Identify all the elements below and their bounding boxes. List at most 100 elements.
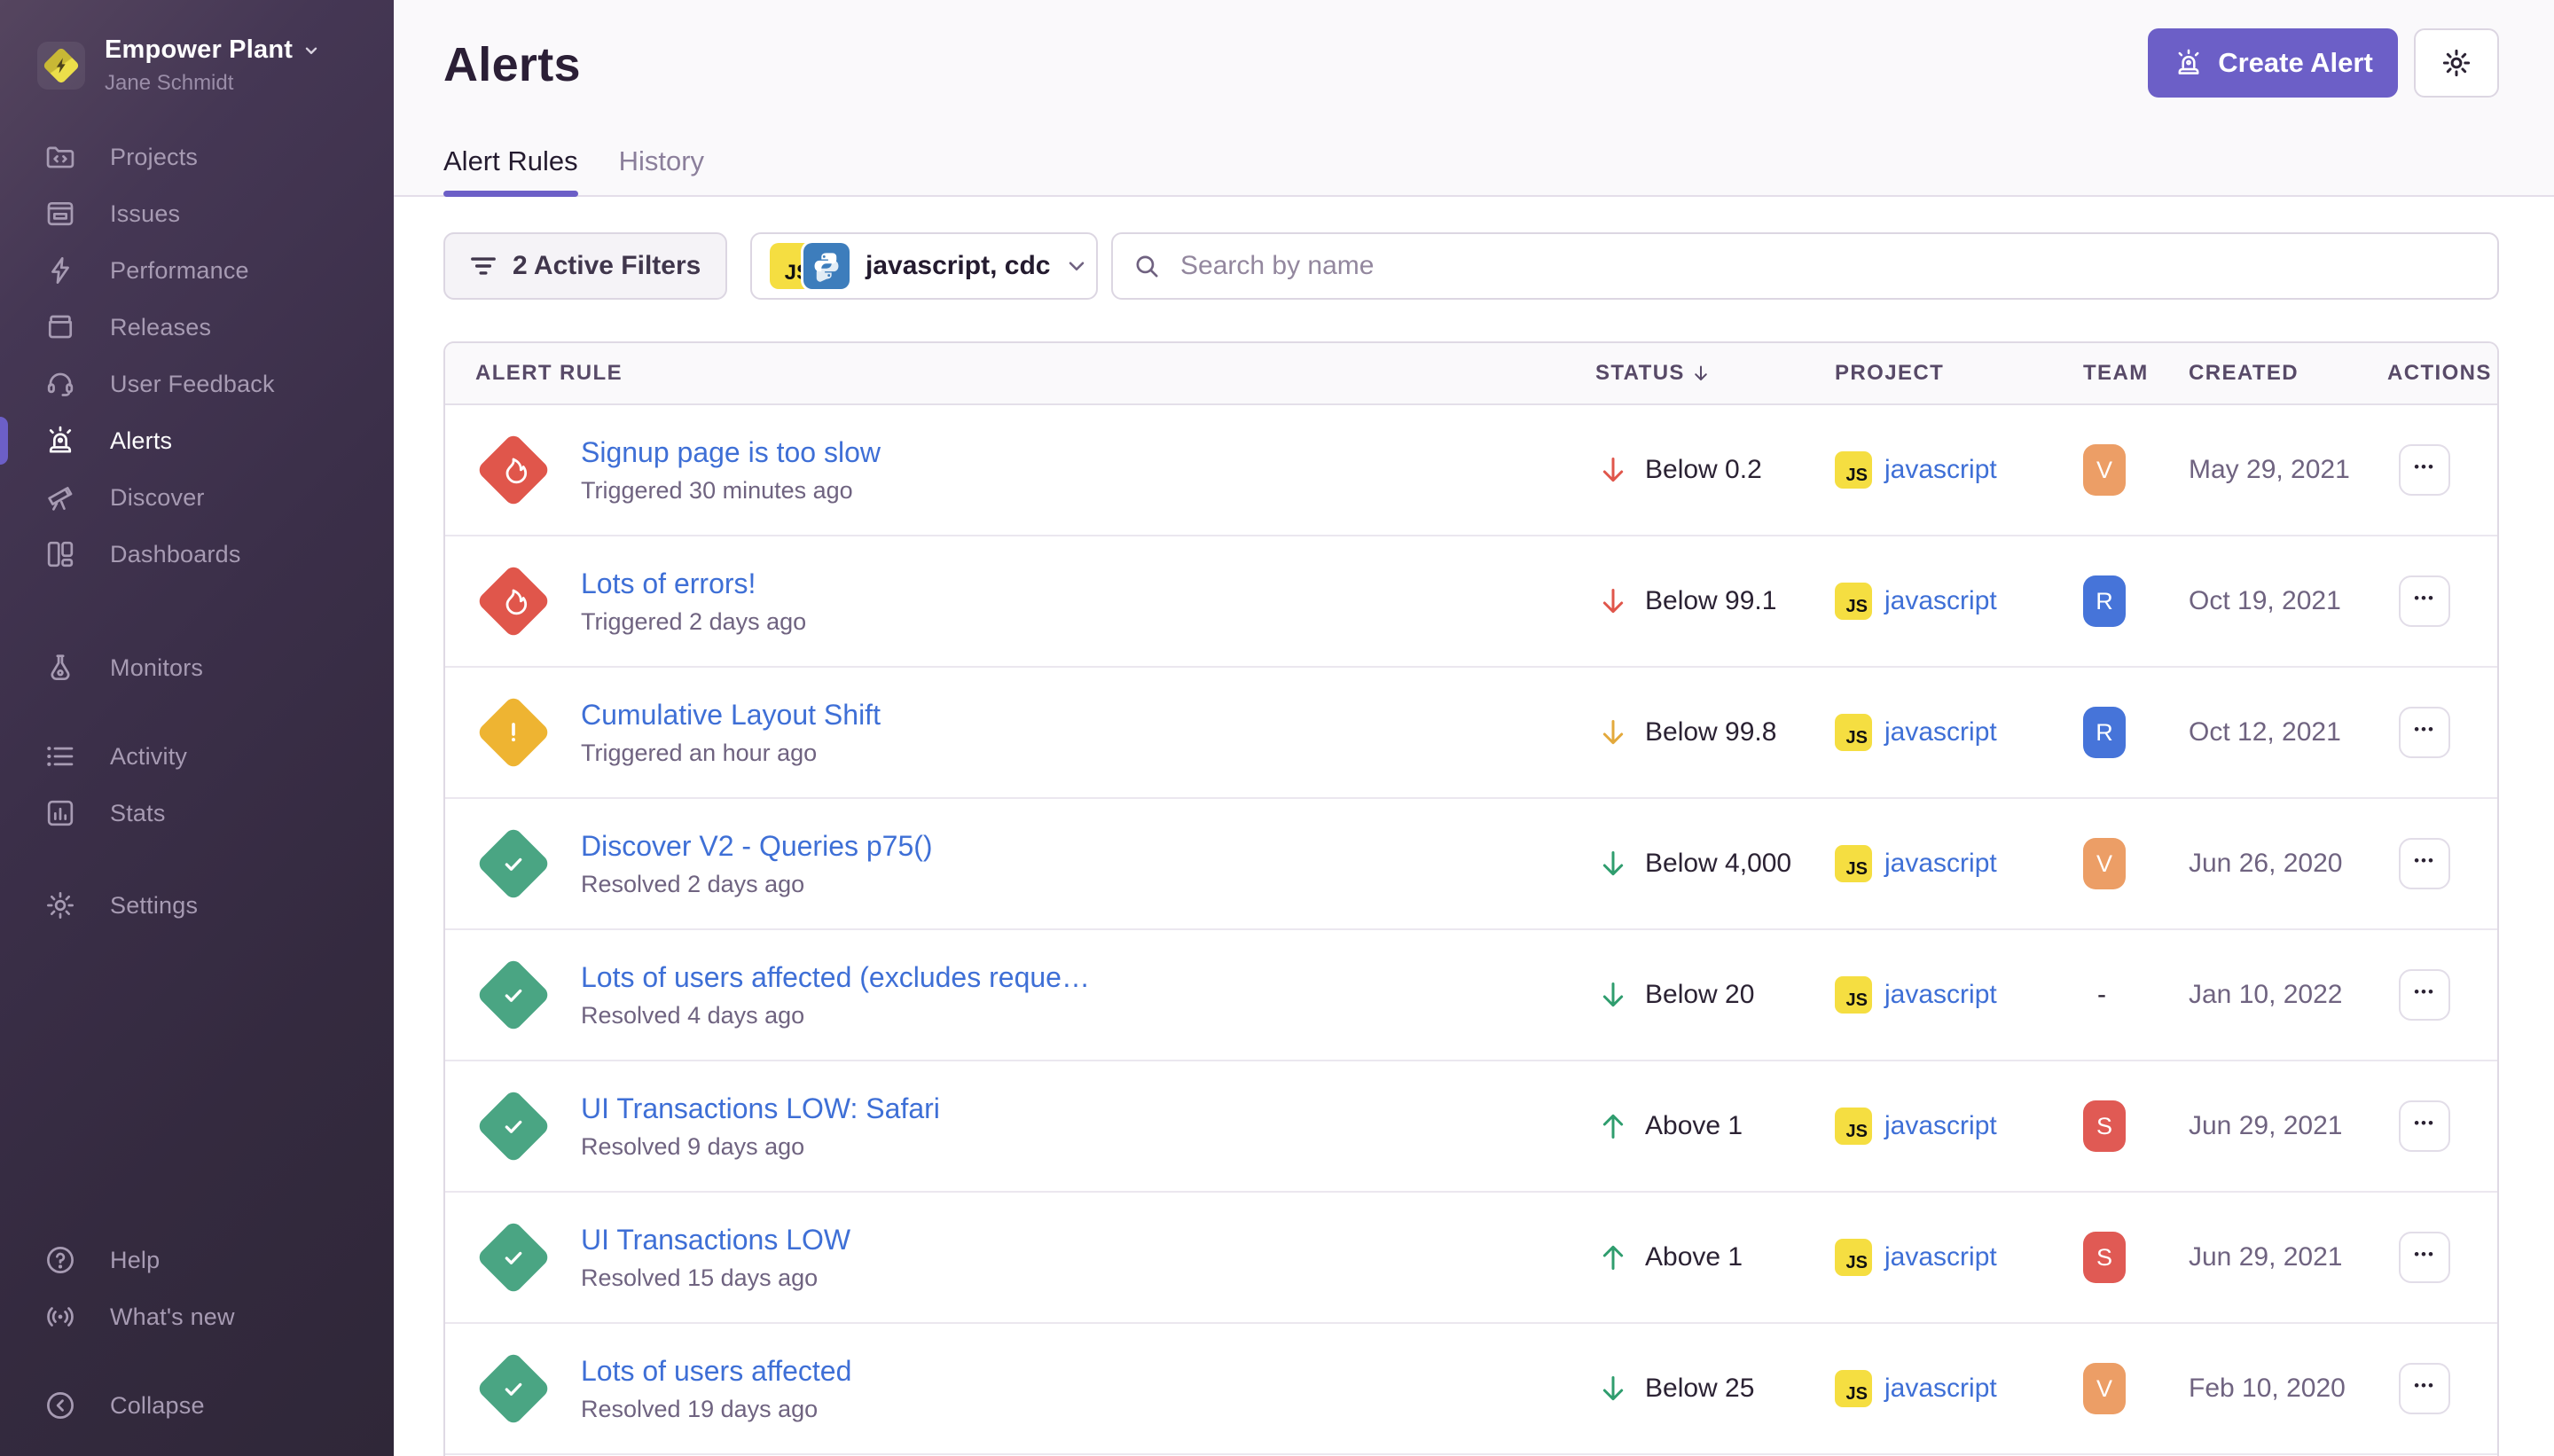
resolved-alert-icon (475, 1219, 552, 1296)
flask-icon (43, 650, 78, 685)
status-value: Below 20 (1645, 980, 1754, 1010)
sidebar-item-whats-new[interactable]: What's new (0, 1288, 394, 1345)
table-header-row: Alert Rule Status Project Team Created A… (445, 343, 2497, 405)
alert-rule-link[interactable]: Signup page is too slow (581, 436, 881, 469)
project-link[interactable]: javascript (1884, 586, 1997, 616)
sidebar-item-stats[interactable]: Stats (0, 785, 394, 842)
alert-rule-link[interactable]: Lots of users affected (581, 1355, 851, 1388)
lightning-icon (43, 253, 78, 288)
sidebar-item-settings[interactable]: Settings (0, 877, 394, 934)
created-date: May 29, 2021 (2174, 455, 2387, 485)
alert-rule-link[interactable]: Cumulative Layout Shift (581, 699, 881, 732)
alert-rule-row: Discover V2 - Queries p75() Resolved 2 d… (445, 799, 2497, 930)
sidebar-item-issues[interactable]: Issues (0, 185, 394, 242)
project-selector[interactable]: JS javascript, cdc (750, 232, 1098, 300)
javascript-project-icon: JS (1835, 1108, 1872, 1145)
dashboards-icon (43, 536, 78, 572)
created-date: Jun 26, 2020 (2174, 849, 2387, 879)
javascript-project-icon: JS (1835, 845, 1872, 882)
sidebar-item-discover[interactable]: Discover (0, 469, 394, 526)
column-header-team: Team (2077, 361, 2174, 386)
sidebar-item-performance[interactable]: Performance (0, 242, 394, 299)
create-alert-button[interactable]: Create Alert (2148, 28, 2398, 98)
sidebar-item-activity[interactable]: Activity (0, 728, 394, 785)
project-link[interactable]: javascript (1884, 717, 1997, 748)
javascript-project-icon: JS (1835, 976, 1872, 1014)
sidebar-nav-activity: Activity Stats (0, 728, 394, 842)
project-link[interactable]: javascript (1884, 1111, 1997, 1141)
column-header-alert-rule: Alert Rule (445, 361, 1589, 386)
alerts-content: 2 Active Filters JS javascript, cdc (394, 197, 2554, 1456)
resolved-alert-icon (475, 1088, 552, 1164)
row-actions-button[interactable]: ••• (2399, 575, 2450, 627)
org-name: Empower Plant (105, 35, 293, 65)
tab-alert-rules[interactable]: Alert Rules (443, 145, 578, 195)
row-actions-button[interactable]: ••• (2399, 707, 2450, 758)
sidebar-item-projects[interactable]: Projects (0, 129, 394, 185)
project-link[interactable]: javascript (1884, 980, 1997, 1010)
projects-icon (43, 139, 78, 175)
chevron-down-icon (302, 41, 321, 60)
sidebar-item-collapse[interactable]: Collapse (0, 1377, 394, 1434)
created-date: Jun 29, 2021 (2174, 1242, 2387, 1272)
alert-rule-link[interactable]: UI Transactions LOW: Safari (581, 1092, 940, 1125)
gear-icon (43, 888, 78, 923)
javascript-project-icon: JS (1835, 1370, 1872, 1407)
sidebar-item-monitors[interactable]: Monitors (0, 639, 394, 696)
trend-down-icon (1595, 977, 1631, 1013)
row-actions-button[interactable]: ••• (2399, 838, 2450, 889)
project-link[interactable]: javascript (1884, 455, 1997, 485)
page-title: Alerts (443, 37, 581, 92)
tab-history[interactable]: History (619, 145, 704, 195)
search-input[interactable] (1111, 232, 2499, 300)
row-actions-button[interactable]: ••• (2399, 1232, 2450, 1283)
team-avatar: V (2083, 444, 2126, 496)
trend-down-icon (1595, 1371, 1631, 1406)
help-icon (43, 1242, 78, 1278)
column-header-status[interactable]: Status (1589, 361, 1829, 386)
critical-alert-icon (475, 432, 552, 508)
alert-rule-link[interactable]: UI Transactions LOW (581, 1224, 850, 1256)
project-link[interactable]: javascript (1884, 1242, 1997, 1272)
sidebar-item-releases[interactable]: Releases (0, 299, 394, 356)
alert-rule-link[interactable]: Discover V2 - Queries p75() (581, 830, 933, 863)
search-icon (1132, 252, 1161, 280)
critical-alert-icon (475, 563, 552, 639)
resolved-alert-icon (475, 957, 552, 1033)
trend-down-icon (1595, 583, 1631, 619)
sidebar-item-dashboards[interactable]: Dashboards (0, 526, 394, 583)
javascript-project-icon: JS (1835, 1239, 1872, 1276)
alert-settings-button[interactable] (2414, 28, 2499, 98)
org-user-name: Jane Schmidt (105, 71, 321, 96)
sidebar-item-alerts[interactable]: Alerts (0, 412, 394, 469)
status-value: Below 99.8 (1645, 717, 1776, 748)
active-filters-button[interactable]: 2 Active Filters (443, 232, 727, 300)
collapse-icon (43, 1388, 78, 1423)
row-actions-button[interactable]: ••• (2399, 1363, 2450, 1414)
sidebar: Empower Plant Jane Schmidt Projects Issu… (0, 0, 394, 1456)
row-actions-button[interactable]: ••• (2399, 1100, 2450, 1152)
trend-up-icon (1595, 1108, 1631, 1144)
page-header: Alerts Create Alert Alert Rules History (394, 0, 2554, 197)
sidebar-item-help[interactable]: Help (0, 1232, 394, 1288)
alert-rules-table: Alert Rule Status Project Team Created A… (443, 341, 2499, 1456)
status-value: Below 25 (1645, 1374, 1754, 1404)
alert-rule-subtitle: Resolved 4 days ago (581, 1002, 1090, 1029)
activity-list-icon (43, 739, 78, 774)
siren-icon (2173, 47, 2205, 79)
bar-chart-icon (43, 795, 78, 831)
alert-rule-row: Lots of users affected Resolved 19 days … (445, 1324, 2497, 1455)
javascript-project-icon: JS (1835, 714, 1872, 751)
status-value: Below 4,000 (1645, 849, 1791, 879)
team-avatar: S (2083, 1232, 2126, 1283)
project-link[interactable]: javascript (1884, 1374, 1997, 1404)
project-link[interactable]: javascript (1884, 849, 1997, 879)
row-actions-button[interactable]: ••• (2399, 969, 2450, 1021)
sidebar-item-user-feedback[interactable]: User Feedback (0, 356, 394, 412)
column-header-project: Project (1829, 361, 2077, 386)
team-avatar: V (2083, 1363, 2126, 1414)
alert-rule-link[interactable]: Lots of users affected (excludes reque… (581, 961, 1090, 994)
alert-rule-link[interactable]: Lots of errors! (581, 568, 806, 600)
row-actions-button[interactable]: ••• (2399, 444, 2450, 496)
org-switcher[interactable]: Empower Plant Jane Schmidt (37, 35, 394, 96)
